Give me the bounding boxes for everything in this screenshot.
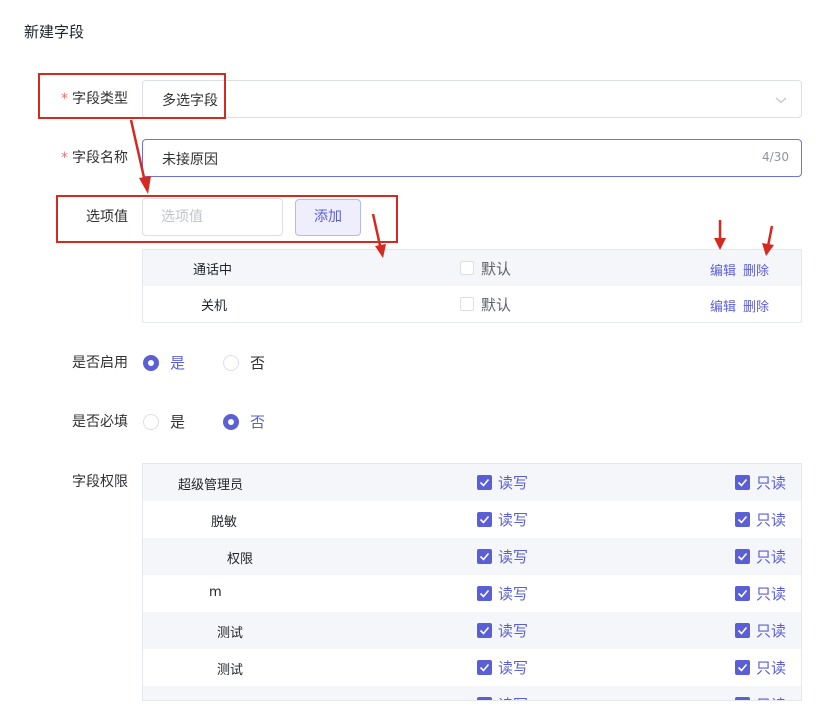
read-only-checkbox[interactable] [735, 697, 750, 700]
permission-row: 测试 读写 只读 [143, 649, 801, 686]
field-name-value: 未接原因 [162, 152, 218, 168]
read-write-label: 读写 [498, 474, 529, 492]
read-only-checkbox[interactable] [735, 586, 750, 601]
role-name: 测试 [217, 626, 244, 641]
required-no-radio[interactable] [223, 414, 239, 430]
required-mark: * [61, 150, 68, 166]
edit-option-link[interactable]: 编辑 [710, 296, 736, 315]
edit-option-link[interactable]: 编辑 [710, 260, 736, 279]
required-yes-label[interactable]: 是 [170, 412, 185, 432]
read-write-label: 读写 [498, 622, 529, 640]
read-write-checkbox[interactable] [477, 549, 492, 564]
annotation-box-option-value [56, 195, 398, 243]
required-yes-radio[interactable] [143, 414, 159, 430]
read-only-label: 只读 [756, 511, 787, 529]
read-write-checkbox[interactable] [477, 660, 492, 675]
permission-row: 测试 读写 只读 [143, 612, 801, 649]
permission-row: 超级管理员 读写 只读 [143, 464, 801, 501]
default-checkbox[interactable] [460, 297, 474, 311]
read-write-checkbox[interactable] [477, 475, 492, 490]
read-write-checkbox[interactable] [477, 586, 492, 601]
read-write-label: 读写 [498, 659, 529, 677]
read-only-label: 只读 [756, 474, 787, 492]
delete-option-link[interactable]: 删除 [743, 260, 769, 279]
default-checkbox[interactable] [460, 261, 474, 275]
option-row: 通话中 默认 编辑 删除 [143, 250, 801, 286]
role-name: 脱敏 [211, 515, 238, 530]
permissions-table[interactable]: 超级管理员 读写 只读 脱敏 读写 只读 权限 读写 只读 m 读写 只读 测试… [142, 463, 802, 701]
default-label: 默认 [481, 296, 512, 314]
required-no-label[interactable]: 否 [250, 412, 265, 432]
chevron-down-icon [775, 97, 787, 104]
page-title: 新建字段 [24, 23, 85, 41]
permission-row: m 读写 只读 [143, 575, 801, 612]
read-write-checkbox[interactable] [477, 512, 492, 527]
read-only-label: 只读 [756, 585, 787, 603]
role-name: 超级管理员 [178, 478, 244, 493]
read-write-label: 读写 [498, 511, 529, 529]
read-only-checkbox[interactable] [735, 623, 750, 638]
options-table: 通话中 默认 编辑 删除 关机 默认 编辑 删除 [142, 249, 802, 323]
read-only-checkbox[interactable] [735, 660, 750, 675]
enabled-radio-group: 是 否 [143, 353, 283, 373]
read-write-label: 读写 [498, 585, 529, 603]
permissions-label: 字段权限 [72, 474, 128, 490]
char-counter: 4/30 [762, 150, 789, 164]
enabled-yes-radio[interactable] [143, 355, 159, 371]
read-only-label: 只读 [756, 548, 787, 566]
enabled-no-radio[interactable] [223, 355, 239, 371]
field-name-label: * 字段名称 [48, 148, 128, 168]
role-name: m [209, 585, 222, 600]
role-name: 权限 [227, 552, 254, 567]
permission-row: 脱敏 读写 只读 [143, 501, 801, 538]
required-label: 是否必填 [72, 414, 128, 430]
option-name: 通话中 [193, 263, 233, 278]
default-label: 默认 [481, 260, 512, 278]
read-write-label: 读写 [498, 694, 528, 700]
permission-row: 测试 读写 只读 [143, 686, 801, 700]
enabled-yes-label[interactable]: 是 [170, 353, 185, 373]
read-write-label: 读写 [498, 548, 529, 566]
role-name: 测试 [217, 663, 244, 678]
permission-row: 权限 读写 只读 [143, 538, 801, 575]
option-row: 关机 默认 编辑 删除 [143, 286, 801, 322]
enabled-no-label[interactable]: 否 [250, 353, 265, 373]
field-type-select[interactable]: 多选字段 [142, 80, 802, 118]
read-only-label: 只读 [756, 659, 787, 677]
annotation-box-field-type [38, 73, 226, 119]
required-radio-group: 是 否 [143, 412, 283, 432]
enabled-label: 是否启用 [72, 355, 128, 371]
annotation-arrow-icon [714, 220, 726, 250]
field-name-input[interactable]: 未接原因 4/30 [142, 139, 802, 177]
delete-option-link[interactable]: 删除 [743, 296, 769, 315]
read-write-checkbox[interactable] [477, 623, 492, 638]
role-name: 测试 [213, 696, 239, 700]
field-name-label-text: 字段名称 [72, 150, 128, 166]
read-only-checkbox[interactable] [735, 512, 750, 527]
read-only-checkbox[interactable] [735, 475, 750, 490]
read-only-label: 只读 [756, 694, 786, 700]
read-write-checkbox[interactable] [477, 697, 492, 700]
option-name: 关机 [201, 299, 228, 314]
read-only-label: 只读 [756, 622, 787, 640]
read-only-checkbox[interactable] [735, 549, 750, 564]
